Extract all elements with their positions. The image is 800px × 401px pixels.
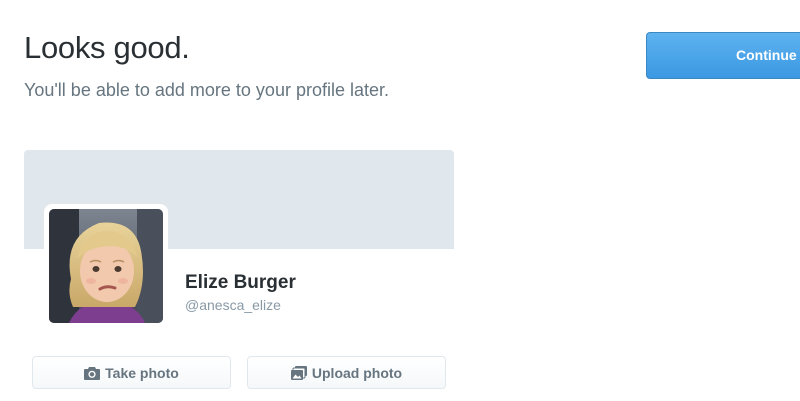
take-photo-label: Take photo	[105, 364, 179, 381]
page-subtitle: You'll be able to add more to your profi…	[24, 80, 390, 100]
profile-name: Elize Burger	[185, 272, 296, 293]
avatar[interactable]	[44, 204, 168, 328]
page-title: Looks good.	[24, 30, 190, 65]
upload-photo-label: Upload photo	[311, 364, 403, 381]
photos-icon	[290, 365, 307, 380]
camera-icon	[84, 366, 101, 380]
upload-photo-button[interactable]: Upload photo	[247, 356, 446, 389]
profile-preview-card: Elize Burger @anesca_elize	[24, 150, 454, 328]
avatar-photo	[49, 209, 163, 323]
profile-handle: @anesca_elize	[185, 297, 281, 313]
onboarding-profile-page: Looks good. You'll be able to add more t…	[0, 0, 800, 401]
take-photo-button[interactable]: Take photo	[32, 356, 231, 389]
continue-button[interactable]: Continue	[646, 32, 800, 79]
